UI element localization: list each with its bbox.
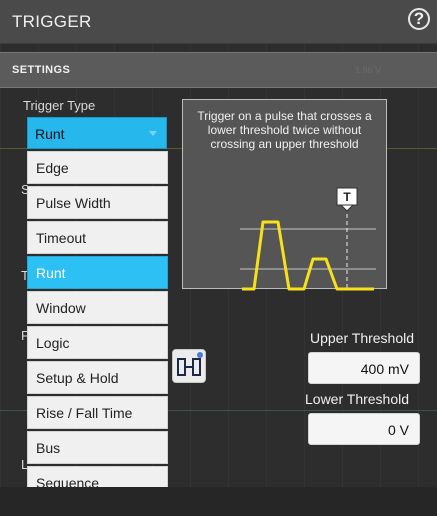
menu-item-label: Pulse Width bbox=[36, 195, 111, 211]
menu-item-label: Window bbox=[36, 300, 86, 316]
trigger-marker-label: T bbox=[343, 190, 351, 204]
bottom-strip bbox=[0, 487, 437, 516]
upper-threshold-value: 400 mV bbox=[360, 361, 409, 377]
menu-item-label: Setup & Hold bbox=[36, 370, 119, 386]
trigger-type-menu: Edge Pulse Width Timeout Runt Window Log… bbox=[27, 151, 168, 501]
menu-item-label: Rise / Fall Time bbox=[36, 405, 133, 421]
menu-item-label: Logic bbox=[36, 335, 70, 351]
chevron-down-icon bbox=[149, 131, 157, 136]
menu-item-timeout[interactable]: Timeout bbox=[27, 221, 168, 254]
menu-item-runt[interactable]: Runt bbox=[27, 256, 168, 289]
menu-item-window[interactable]: Window bbox=[27, 291, 168, 324]
help-icon[interactable]: ? bbox=[408, 8, 430, 30]
settings-bar[interactable]: SETTINGS 1.96 V bbox=[0, 52, 437, 88]
panel-header: TRIGGER ? bbox=[0, 0, 437, 44]
menu-item-label: Runt bbox=[36, 265, 66, 281]
trigger-marker-pointer bbox=[339, 204, 355, 212]
upper-threshold-input[interactable]: 400 mV bbox=[308, 352, 420, 384]
menu-item-rise-fall-time[interactable]: Rise / Fall Time bbox=[27, 396, 168, 429]
menu-item-setup-hold[interactable]: Setup & Hold bbox=[27, 361, 168, 394]
lower-threshold-input[interactable]: 0 V bbox=[308, 413, 420, 445]
menu-item-edge[interactable]: Edge bbox=[27, 151, 168, 184]
settings-label: SETTINGS bbox=[12, 64, 71, 76]
runt-pulse-diagram: T bbox=[240, 187, 376, 291]
bus-connector-icon[interactable] bbox=[172, 349, 206, 383]
runt-waveform bbox=[242, 220, 374, 291]
panel-title: TRIGGER bbox=[12, 12, 92, 31]
trigger-description-text: Trigger on a pulse that crosses a lower … bbox=[197, 109, 372, 151]
lower-threshold-value: 0 V bbox=[387, 422, 409, 438]
menu-item-label: Edge bbox=[36, 160, 69, 176]
menu-item-logic[interactable]: Logic bbox=[27, 326, 168, 359]
menu-item-pulse-width[interactable]: Pulse Width bbox=[27, 186, 168, 219]
menu-item-label: Timeout bbox=[36, 230, 87, 246]
settings-faint-value: 1.96 V bbox=[355, 65, 382, 75]
trigger-type-dropdown[interactable]: Runt bbox=[27, 117, 167, 149]
trigger-type-label: Trigger Type bbox=[23, 98, 96, 113]
menu-item-label: Bus bbox=[36, 440, 61, 456]
lower-threshold-label: Lower Threshold bbox=[305, 391, 410, 407]
trigger-type-value: Runt bbox=[35, 126, 65, 142]
menu-item-bus[interactable]: Bus bbox=[27, 431, 168, 464]
upper-threshold-label: Upper Threshold bbox=[310, 330, 415, 346]
